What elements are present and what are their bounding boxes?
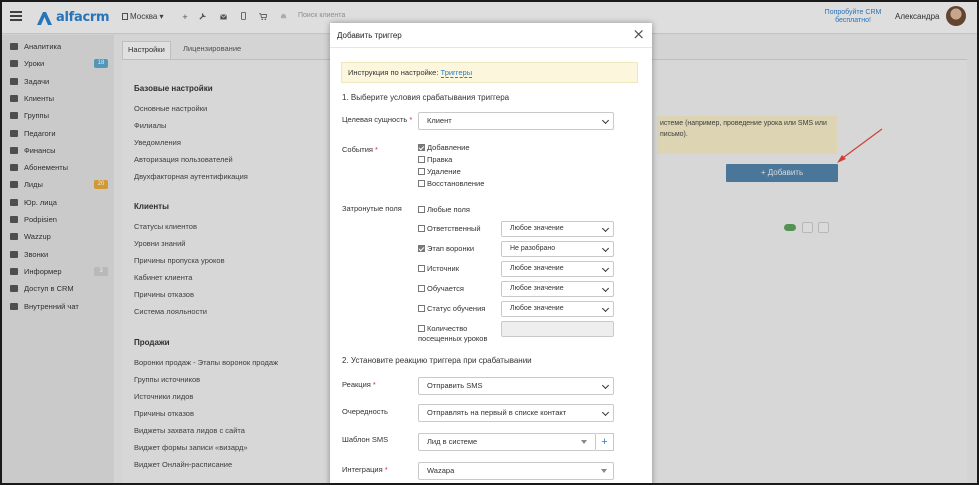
checkbox-box — [418, 168, 425, 175]
close-icon[interactable]: × — [632, 27, 645, 42]
chevron-down-icon — [601, 264, 610, 273]
field-value-select[interactable]: Любое значение — [501, 281, 614, 297]
chevron-down-icon — [601, 244, 610, 253]
checkbox-box — [418, 156, 425, 163]
checkbox-box — [418, 325, 425, 332]
checkbox-box — [418, 144, 425, 151]
app-window: alfacrm Москва ▾ + Поиск клиента Попробу… — [0, 0, 979, 485]
step-1-heading: 1. Выберите условия срабатывания триггер… — [342, 93, 510, 102]
field-label: Статус обучения — [427, 304, 486, 313]
template-label: Шаблон SMS — [342, 435, 389, 444]
field-value-select[interactable]: Любое значение — [501, 221, 614, 237]
queue-select[interactable]: Отправлять на первый в списке контакт — [418, 404, 614, 422]
field-value: Любое значение — [510, 285, 564, 292]
checkbox-box — [418, 180, 425, 187]
reaction-label: Реакция * — [342, 380, 376, 389]
field-label: Количество — [427, 324, 468, 333]
queue-value: Отправлять на первый в списке контакт — [427, 408, 567, 417]
checkbox-box — [418, 245, 425, 252]
field-value: Не разобрано — [510, 245, 556, 252]
integration-value: Wazapa — [427, 466, 455, 475]
entity-select[interactable]: Клиент — [418, 112, 614, 130]
queue-label: Очередность — [342, 407, 388, 416]
checkbox-box — [418, 285, 425, 292]
add-template-button[interactable]: + — [596, 433, 614, 451]
entity-value: Клиент — [427, 116, 452, 125]
field-value: Любое значение — [510, 265, 564, 272]
field-label: Этап воронки — [427, 244, 475, 253]
chevron-down-icon — [601, 304, 610, 313]
any-fields-label: Любые поля — [427, 205, 470, 214]
chevron-down-icon — [601, 381, 610, 390]
integration-select[interactable]: Wazapa — [418, 462, 614, 480]
checkbox-box — [418, 206, 425, 213]
field-label-line2: посещенных уроков — [418, 334, 488, 343]
field-label: Ответственный — [427, 224, 481, 233]
field-value-select[interactable]: Любое значение — [501, 261, 614, 277]
field-label: Обучается — [427, 284, 464, 293]
field-value-select[interactable] — [501, 321, 614, 337]
dialog-title: Добавить триггер — [337, 31, 402, 40]
events-label: События * — [342, 145, 378, 154]
entity-label: Целевая сущность * — [342, 115, 413, 124]
caret-down-icon — [601, 469, 607, 473]
chevron-down-icon — [601, 116, 610, 125]
instruction-text: Инструкция по настройке: — [348, 68, 439, 77]
event-label: Добавление — [427, 143, 470, 152]
field-value: Любое значение — [510, 225, 564, 232]
integration-label: Интеграция * — [342, 465, 388, 474]
instruction-link[interactable]: Триггеры — [440, 68, 473, 78]
field-value-select[interactable]: Не разобрано — [501, 241, 614, 257]
field-value-select[interactable]: Любое значение — [501, 301, 614, 317]
step-2-heading: 2. Установите реакцию триггера при сраба… — [342, 356, 532, 365]
fields-label: Затронутые поля — [342, 204, 402, 213]
event-label: Восстановление — [427, 179, 485, 188]
chevron-down-icon — [601, 408, 610, 417]
checkbox-box — [418, 265, 425, 272]
dialog-header: Добавить триггер × — [330, 23, 652, 48]
template-select[interactable]: Лид в системе — [418, 433, 596, 451]
chevron-down-icon — [601, 224, 610, 233]
instruction-note: Инструкция по настройке: Триггеры — [341, 62, 638, 83]
caret-down-icon — [581, 440, 587, 444]
field-value: Любое значение — [510, 305, 564, 312]
checkbox-box — [418, 305, 425, 312]
template-value: Лид в системе — [427, 437, 478, 446]
reaction-select[interactable]: Отправить SMS — [418, 377, 614, 395]
field-label: Источник — [427, 264, 460, 273]
chevron-down-icon — [601, 284, 610, 293]
event-label: Правка — [427, 155, 453, 164]
event-label: Удаление — [427, 167, 461, 176]
checkbox-box — [418, 225, 425, 232]
add-trigger-dialog: Добавить триггер × Инструкция по настрой… — [330, 23, 652, 483]
reaction-value: Отправить SMS — [427, 381, 483, 390]
